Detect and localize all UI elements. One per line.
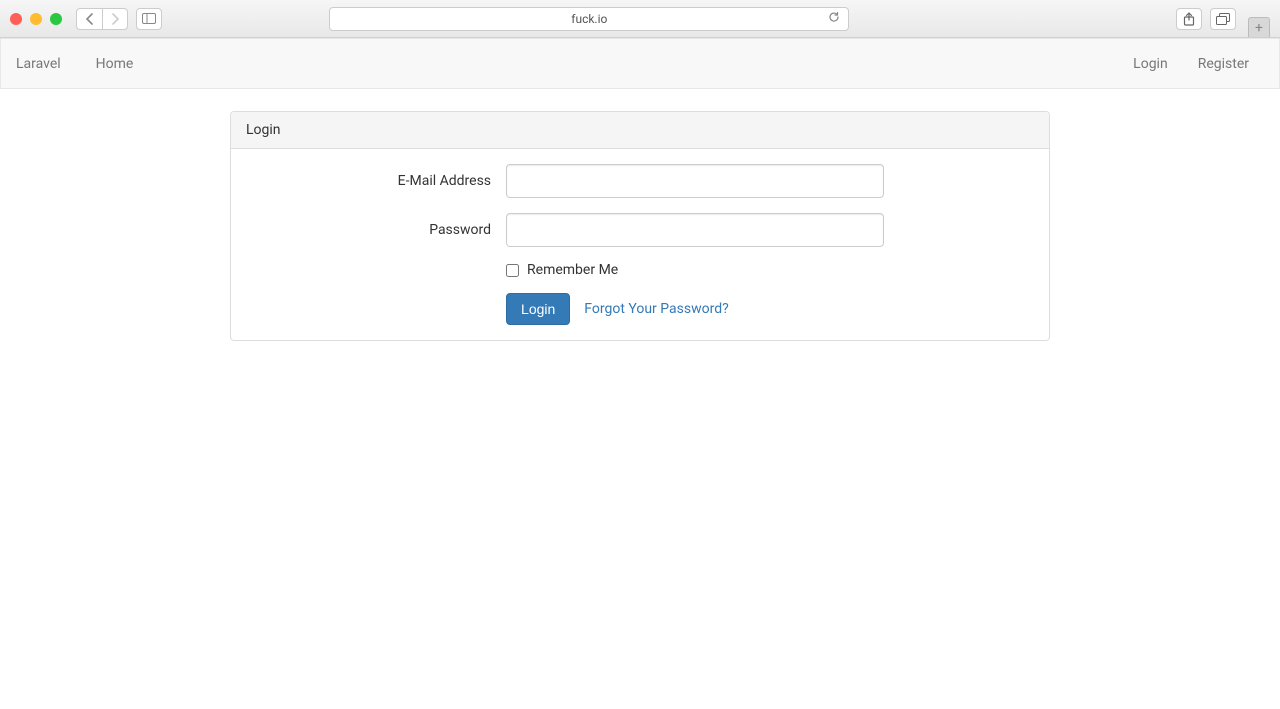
reload-button[interactable]: [828, 11, 840, 27]
forward-button[interactable]: [102, 8, 128, 30]
tabs-icon: [1216, 13, 1230, 25]
remember-row: Remember Me: [246, 262, 1034, 278]
window-controls: [10, 13, 62, 25]
email-field[interactable]: [506, 164, 884, 198]
email-label: E-Mail Address: [246, 173, 506, 189]
panel-heading: Login: [231, 112, 1049, 149]
login-button[interactable]: Login: [506, 293, 570, 325]
remember-checkbox[interactable]: [506, 264, 519, 277]
nav-login-link[interactable]: Login: [1118, 41, 1183, 87]
share-icon: [1183, 12, 1195, 26]
login-panel: Login E-Mail Address Password Remember M…: [230, 111, 1050, 341]
browser-chrome: fuck.io +: [0, 0, 1280, 38]
remember-label: Remember Me: [527, 262, 618, 278]
plus-icon: +: [1255, 20, 1263, 36]
nav-history-buttons: [76, 8, 128, 30]
chevron-right-icon: [111, 13, 120, 25]
share-button[interactable]: [1176, 8, 1202, 30]
sidebar-icon: [142, 13, 156, 24]
reload-icon: [828, 11, 840, 23]
close-window-button[interactable]: [10, 13, 22, 25]
password-label: Password: [246, 222, 506, 238]
main-container: Login E-Mail Address Password Remember M…: [55, 111, 1225, 341]
new-tab-button[interactable]: +: [1248, 17, 1270, 37]
url-text: fuck.io: [571, 12, 607, 26]
sidebar-button[interactable]: [136, 8, 162, 30]
toolbar-right: [1176, 8, 1236, 30]
nav-right: Login Register: [1118, 41, 1264, 87]
back-button[interactable]: [76, 8, 102, 30]
form-actions: Login Forgot Your Password?: [246, 293, 1034, 325]
maximize-window-button[interactable]: [50, 13, 62, 25]
chevron-left-icon: [85, 13, 94, 25]
email-form-group: E-Mail Address: [246, 164, 1034, 198]
forgot-password-link[interactable]: Forgot Your Password?: [584, 301, 728, 317]
minimize-window-button[interactable]: [30, 13, 42, 25]
nav-home-link[interactable]: Home: [81, 41, 149, 87]
url-bar[interactable]: fuck.io: [329, 7, 849, 31]
password-form-group: Password: [246, 213, 1034, 247]
brand-link[interactable]: Laravel: [1, 41, 76, 87]
password-field[interactable]: [506, 213, 884, 247]
nav-register-link[interactable]: Register: [1183, 41, 1264, 87]
panel-body: E-Mail Address Password Remember Me Logi…: [231, 149, 1049, 340]
tabs-button[interactable]: [1210, 8, 1236, 30]
app-navbar: Laravel Home Login Register: [0, 38, 1280, 89]
